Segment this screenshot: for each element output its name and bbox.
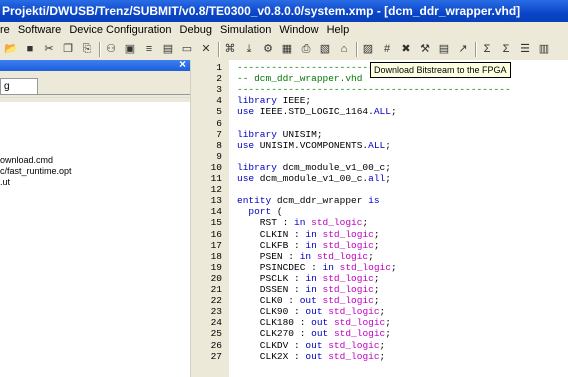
line-number: 25 [210, 328, 222, 340]
compile-icon[interactable]: ⚙ [261, 42, 275, 56]
code-line: CLK90 : out std_logic; [237, 306, 386, 318]
line-number: 16 [210, 228, 222, 240]
code-line: CLK0 : out std_logic; [237, 295, 380, 307]
window-title: Projekti/DWUSB/Trenz/SUBMIT/v0.8/TE0300_… [0, 0, 568, 22]
panel-icon[interactable]: ▥ [537, 42, 551, 56]
line-number: 2 [216, 73, 222, 85]
code-line: CLK2X : out std_logic; [237, 350, 386, 362]
line-number: 21 [210, 284, 222, 295]
code-line: PSINCDEC : in std_logic; [237, 261, 397, 273]
line-number: 23 [210, 306, 222, 318]
find-icon[interactable]: ⚇ [104, 42, 118, 56]
line-number: 15 [210, 217, 222, 229]
code-line: ----------------------------------------… [237, 84, 511, 96]
copy-icon[interactable]: ❐ [61, 42, 75, 56]
line-number: 24 [210, 317, 222, 329]
line-number: 1 [216, 62, 222, 73]
sigma-icon[interactable]: Σ [480, 42, 494, 56]
code-line: use dcm_module_v1_00_c.all; [237, 173, 391, 184]
line-number: 9 [216, 150, 222, 162]
line-number: 3 [216, 84, 222, 96]
menu-item-window[interactable]: Window [279, 24, 318, 36]
code-line: entity dcm_ddr_wrapper is [237, 195, 380, 207]
print-icon[interactable]: ⎙ [299, 42, 313, 56]
line-number: 18 [210, 250, 222, 262]
grid-icon[interactable]: ▨ [361, 42, 375, 56]
line-number: 12 [210, 184, 222, 196]
menu-item-debug[interactable]: Debug [180, 24, 212, 36]
line-number: 26 [210, 339, 222, 351]
code-line: port ( [248, 206, 283, 218]
line-number: 10 [210, 161, 222, 173]
sum-icon[interactable]: Σ [499, 42, 513, 56]
save-icon[interactable]: ■ [23, 42, 37, 56]
cut-icon[interactable]: ✂ [42, 42, 56, 56]
library-icon[interactable]: ▦ [280, 42, 294, 56]
cross-icon[interactable]: ✖ [399, 42, 413, 56]
line-number: 17 [210, 239, 222, 251]
code-line: DSSEN : in std_logic; [237, 284, 380, 295]
code-line: CLK180 : out std_logic; [237, 317, 391, 329]
close-icon[interactable]: × [179, 57, 186, 71]
menu-item-software[interactable]: Software [18, 24, 61, 36]
line-number: 13 [210, 195, 222, 207]
menu-item-help[interactable]: Help [327, 24, 350, 36]
code-line: CLKIN : in std_logic; [237, 228, 380, 240]
tree-icon[interactable]: ≡ [142, 42, 156, 56]
menu-item-simulation[interactable]: Simulation [220, 24, 271, 36]
code-line: PSEN : in std_logic; [237, 250, 374, 262]
left-panel: × g ownload.cmd c/fast_runtime.opt .ut [0, 57, 190, 377]
code-line: CLK270 : out std_logic; [237, 328, 391, 340]
close-icon[interactable]: ✕ [199, 42, 213, 56]
panel-header: × [0, 57, 190, 71]
file-item[interactable]: .ut [0, 177, 10, 187]
board-icon[interactable]: ▧ [318, 42, 332, 56]
open-icon[interactable]: 📂 [4, 42, 18, 56]
home-icon[interactable]: ⌂ [337, 42, 351, 56]
chart-icon[interactable]: ▤ [161, 42, 175, 56]
paste-icon[interactable]: ⎘ [80, 42, 94, 56]
tooltip-download-bitstream: Download Bitstream to the FPGA [370, 62, 511, 78]
line-number: 8 [216, 139, 222, 151]
toolbar: 📂 ■ ✂ ❐ ⎘ ⚇ ▣ ≡ ▤ ▭ ✕ ⌘ ⤓ ⚙ ▦ ⎙ ▧ ⌂ ▨ # ✖ ⚒ ▤ ↗ Σ Σ ☰ ▥ [0, 39, 568, 61]
code-line: RST : in std_logic; [237, 217, 369, 229]
line-number: 14 [210, 206, 222, 218]
code-line: use UNISIM.VCOMPONENTS.ALL; [237, 139, 391, 151]
file-item[interactable]: c/fast_runtime.opt [0, 166, 72, 176]
box-icon[interactable]: ▣ [123, 42, 137, 56]
line-number: 7 [216, 128, 222, 140]
menu-item-device-configuration[interactable]: Device Configuration [69, 24, 171, 36]
code-line: library UNISIM; [237, 128, 323, 140]
doc-icon[interactable]: ▤ [437, 42, 451, 56]
code-line: library dcm_module_v1_00_c; [237, 161, 391, 173]
code-line: CLKDV : out std_logic; [237, 339, 386, 351]
window-icon[interactable]: ▭ [180, 42, 194, 56]
code-line: library IEEE; [237, 95, 312, 107]
line-number: 4 [216, 95, 222, 107]
bitstream-icon[interactable]: ⌘ [223, 42, 237, 56]
graph-icon[interactable]: ↗ [456, 42, 470, 56]
line-number: 5 [216, 106, 222, 118]
line-number: 20 [210, 272, 222, 284]
list-icon[interactable]: ☰ [518, 42, 532, 56]
code-line: use IEEE.STD_LOGIC_1164.ALL; [237, 106, 397, 118]
line-number: 19 [210, 261, 222, 273]
tab-files[interactable]: g [0, 78, 38, 94]
code-line: PSCLK : in std_logic; [237, 272, 380, 284]
file-item[interactable]: ownload.cmd [0, 155, 53, 165]
line-number: 22 [210, 295, 222, 307]
code-line: -- dcm_ddr_wrapper.vhd [237, 73, 363, 85]
hash-icon[interactable]: # [380, 42, 394, 56]
line-number: 27 [210, 350, 222, 362]
line-number: 11 [210, 173, 222, 184]
menu-bar: re Software Device Configuration Debug S… [0, 22, 568, 39]
code-editor[interactable]: 1 ---------------------------------------… [197, 60, 568, 377]
line-number: 6 [216, 117, 222, 129]
menu-item-file[interactable]: re [0, 24, 10, 36]
tool-icon[interactable]: ⚒ [418, 42, 432, 56]
download-icon[interactable]: ⤓ [242, 42, 256, 56]
code-line: CLKFB : in std_logic; [237, 239, 380, 251]
